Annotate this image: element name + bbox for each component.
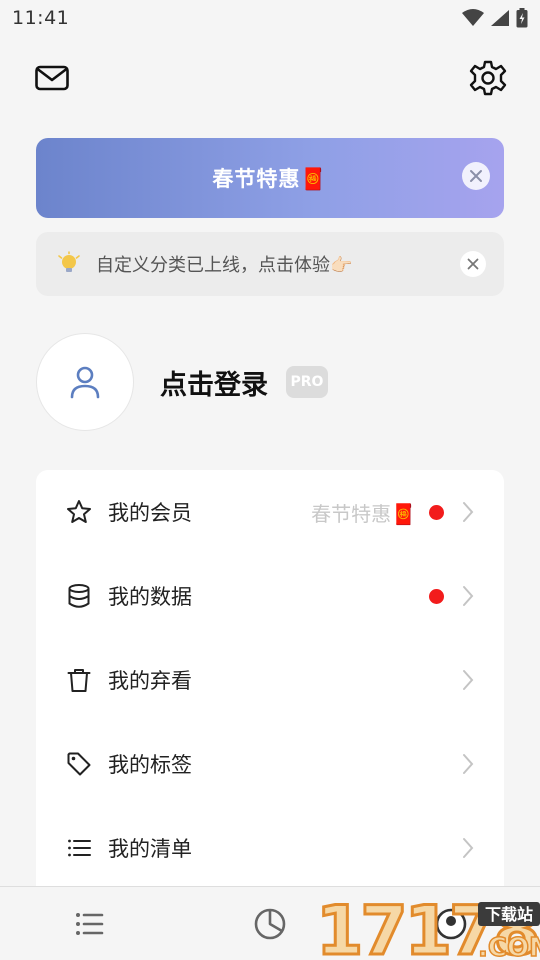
chevron-right-icon <box>463 670 474 690</box>
chevron-right-icon <box>463 754 474 774</box>
notice-text: 自定义分类已上线，点击体验👉🏻 <box>96 255 353 276</box>
status-icons <box>462 8 528 28</box>
battery-charging-icon <box>516 8 528 28</box>
login-link[interactable]: 点击登录 <box>160 363 268 402</box>
menu-item-abandoned[interactable]: 我的弃看 <box>36 638 504 722</box>
user-icon <box>70 366 100 399</box>
wifi-icon <box>462 9 484 26</box>
trash-icon <box>67 669 91 692</box>
watermark-domain: .COM <box>478 933 540 960</box>
mail-icon[interactable] <box>34 62 70 94</box>
chevron-right-icon <box>463 502 474 522</box>
profile-section: 点击登录 PRO <box>36 332 504 432</box>
nav-pie-chart-icon[interactable] <box>253 907 287 941</box>
menu-item-membership[interactable]: 我的会员 春节特惠🧧 <box>36 470 504 554</box>
watermark-logo: 17178 下载站 .COM <box>316 892 540 960</box>
chevron-right-icon <box>463 586 474 606</box>
close-icon <box>470 170 482 182</box>
menu-item-tags[interactable]: 我的标签 <box>36 722 504 806</box>
chevron-right-icon <box>463 838 474 858</box>
menu-label: 我的清单 <box>108 837 192 861</box>
menu-label: 我的弃看 <box>108 669 192 693</box>
status-time: 11:41 <box>12 7 70 29</box>
menu-card: 我的会员 春节特惠🧧 我的数据 我的弃看 我的标签 我的清单 <box>36 470 504 900</box>
menu-label: 我的会员 <box>108 501 192 525</box>
notification-dot <box>429 504 444 520</box>
notification-dot <box>429 588 444 604</box>
status-bar: 11:41 <box>0 0 540 36</box>
close-icon <box>467 258 479 270</box>
notice-close-button[interactable] <box>460 251 486 277</box>
star-icon <box>67 500 91 523</box>
notice-bar[interactable]: 自定义分类已上线，点击体验👉🏻 <box>36 232 504 296</box>
menu-item-data[interactable]: 我的数据 <box>36 554 504 638</box>
promo-text: 春节特惠🧧 <box>212 167 328 191</box>
signal-icon <box>491 10 509 26</box>
menu-label: 我的标签 <box>108 753 192 777</box>
watermark-sub: 下载站 <box>485 905 533 924</box>
list-icon <box>68 839 91 857</box>
database-icon <box>68 584 90 608</box>
tag-icon <box>67 752 91 776</box>
promo-banner[interactable]: 春节特惠🧧 <box>36 138 504 218</box>
menu-subtext: 春节特惠🧧 <box>311 501 416 526</box>
promo-close-button[interactable] <box>462 162 490 190</box>
gear-icon[interactable] <box>468 58 508 98</box>
menu-item-lists[interactable]: 我的清单 <box>36 806 504 890</box>
header <box>0 56 540 100</box>
avatar[interactable] <box>36 333 134 431</box>
menu-label: 我的数据 <box>108 585 192 609</box>
pro-badge: PRO <box>286 366 328 398</box>
lightbulb-icon <box>58 251 80 272</box>
nav-list-icon[interactable] <box>72 907 106 941</box>
